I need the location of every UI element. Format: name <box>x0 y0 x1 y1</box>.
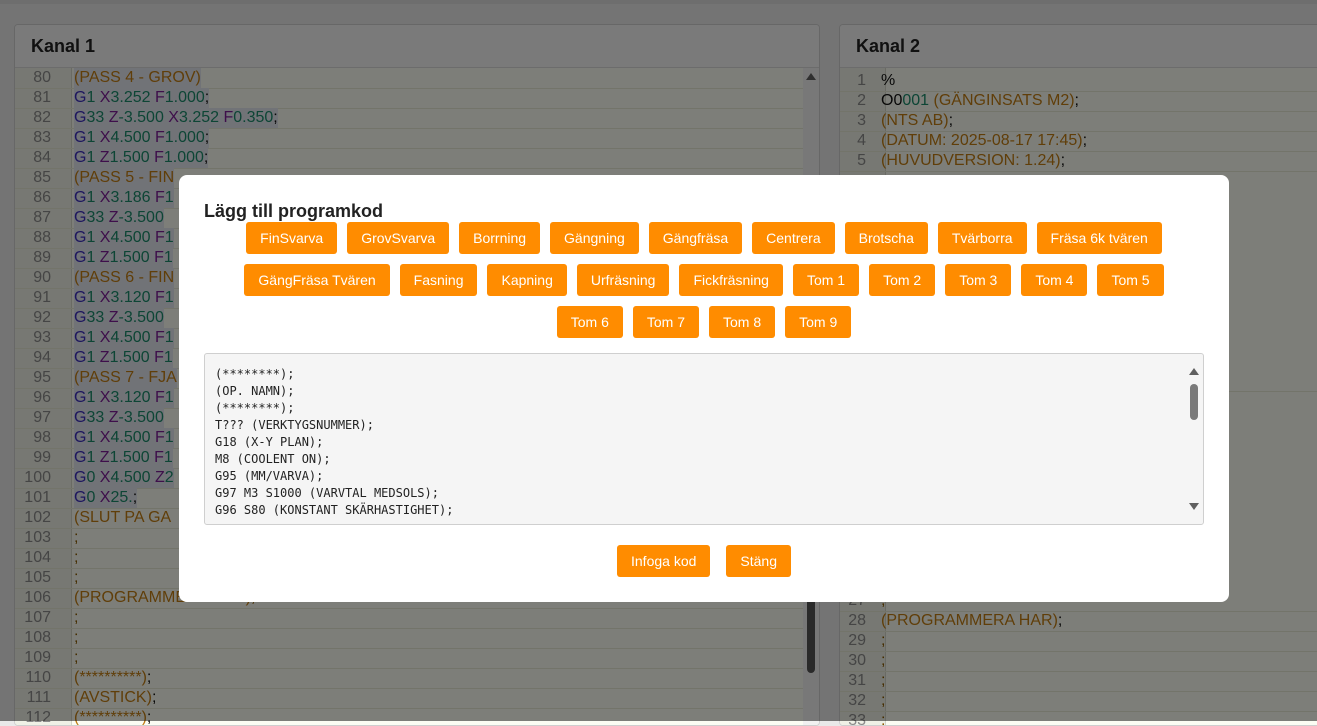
template-button-fickfräsning[interactable]: Fickfräsning <box>679 264 783 296</box>
template-button-tom-8[interactable]: Tom 8 <box>709 306 776 338</box>
template-button-gängfräsa[interactable]: Gängfräsa <box>648 222 743 254</box>
insert-code-button[interactable]: Infoga kod <box>617 545 711 577</box>
template-button-urfräsning[interactable]: Urfräsning <box>576 264 670 296</box>
code-scrollbar[interactable] <box>1188 364 1200 514</box>
scroll-down-icon[interactable] <box>1189 503 1199 510</box>
template-button-grovsvarva[interactable]: GrovSvarva <box>347 222 450 254</box>
template-button-kapning[interactable]: Kapning <box>487 264 567 296</box>
dialog-footer: Infoga kod Stäng <box>179 545 1229 577</box>
template-button-centrera[interactable]: Centrera <box>752 222 835 254</box>
close-button[interactable]: Stäng <box>726 545 791 577</box>
template-button-gängning[interactable]: Gängning <box>550 222 639 254</box>
template-button-gängfräsa-tvären[interactable]: GängFräsa Tvären <box>244 264 390 296</box>
template-button-fasning[interactable]: Fasning <box>399 264 478 296</box>
template-button-tvärborra[interactable]: Tvärborra <box>937 222 1027 254</box>
template-button-tom-5[interactable]: Tom 5 <box>1097 264 1164 296</box>
template-button-tom-2[interactable]: Tom 2 <box>869 264 936 296</box>
dialog-title: Lägg till programkod <box>204 201 384 221</box>
template-button-tom-7[interactable]: Tom 7 <box>632 306 699 338</box>
template-button-row-2: GängFräsa Tvären Fasning Kapning Urfräsning… <box>179 264 1229 296</box>
scroll-up-icon[interactable] <box>1189 368 1199 375</box>
code-textarea[interactable]: (********); (OP. NAMN); (********); T???… <box>204 353 1204 525</box>
template-button-tom-6[interactable]: Tom 6 <box>556 306 623 338</box>
template-button-borrning[interactable]: Borrning <box>459 222 541 254</box>
template-button-brotscha[interactable]: Brotscha <box>844 222 928 254</box>
scrollbar-thumb[interactable] <box>1190 384 1198 420</box>
template-button-tom-4[interactable]: Tom 4 <box>1021 264 1088 296</box>
add-program-code-dialog: Lägg till programkod FinSvarva GrovSvarva… <box>179 175 1229 602</box>
code-text[interactable]: (********); (OP. NAMN); (********); T???… <box>205 354 1203 524</box>
template-button-row-3: Tom 6 Tom 7 Tom 8 Tom 9 <box>179 306 1229 338</box>
template-button-tom-1[interactable]: Tom 1 <box>792 264 860 296</box>
template-button-finsvarva[interactable]: FinSvarva <box>246 222 338 254</box>
template-button-row-1: FinSvarva GrovSvarva Borrning Gängning Gängf… <box>179 222 1229 254</box>
template-button-tom-3[interactable]: Tom 3 <box>945 264 1012 296</box>
template-button-tom-9[interactable]: Tom 9 <box>785 306 852 338</box>
template-button-fräsa-6k-tvären[interactable]: Fräsa 6k tvären <box>1036 222 1162 254</box>
